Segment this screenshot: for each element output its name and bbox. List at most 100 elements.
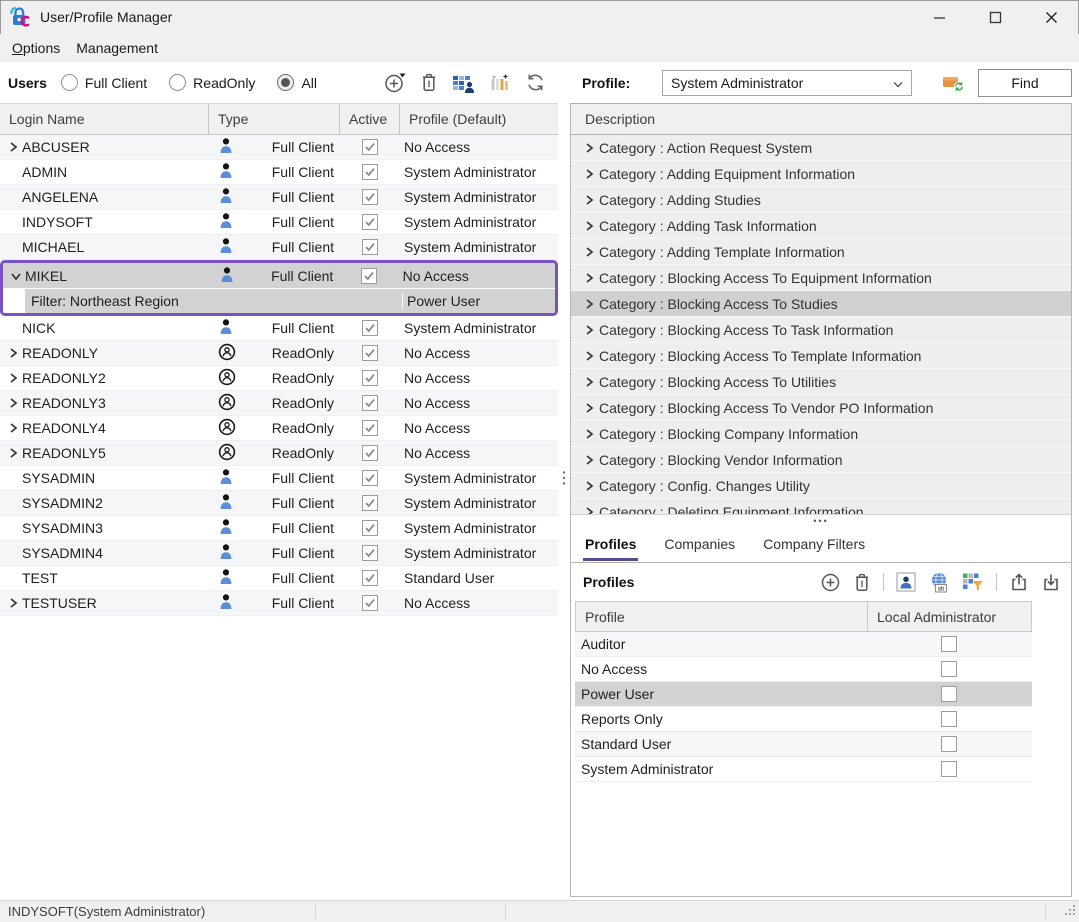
local-admin-checkbox[interactable] [941, 761, 957, 777]
user-row[interactable]: MICHAELFull ClientSystem Administrator [0, 235, 558, 260]
globe-rename-icon[interactable]: ab [928, 572, 950, 593]
chevron-right-icon[interactable] [579, 428, 599, 440]
user-row[interactable]: TESTUSERFull ClientNo Access [0, 591, 558, 616]
import-icon[interactable] [1041, 572, 1061, 592]
active-checkbox[interactable] [362, 545, 378, 561]
profile-row[interactable]: Auditor [575, 632, 1032, 657]
category-row[interactable]: Category : Blocking Company Information [571, 421, 1071, 447]
column-header-active[interactable]: Active [340, 104, 400, 134]
user-row[interactable]: READONLYReadOnlyNo Access [0, 341, 558, 366]
chevron-right-icon[interactable] [4, 397, 22, 409]
active-checkbox[interactable] [362, 470, 378, 486]
profile-row[interactable]: Standard User [575, 732, 1032, 757]
assign-user-icon[interactable] [896, 572, 916, 592]
local-admin-checkbox[interactable] [941, 736, 957, 752]
user-row[interactable]: INDYSOFTFull ClientSystem Administrator [0, 210, 558, 235]
user-row[interactable]: ABCUSERFull ClientNo Access [0, 135, 558, 160]
active-checkbox[interactable] [362, 370, 378, 386]
active-checkbox[interactable] [362, 595, 378, 611]
chevron-right-icon[interactable] [579, 350, 599, 362]
horizontal-splitter[interactable]: ••• [571, 514, 1071, 526]
tab-company-filters[interactable]: Company Filters [763, 526, 865, 562]
user-row[interactable]: MIKELFull ClientNo Access [3, 263, 555, 288]
user-row[interactable]: ANGELENAFull ClientSystem Administrator [0, 185, 558, 210]
chevron-right-icon[interactable] [579, 376, 599, 388]
local-admin-checkbox[interactable] [941, 686, 957, 702]
profile-dropdown[interactable]: System Administrator [662, 70, 912, 96]
delete-user-icon[interactable] [420, 72, 438, 93]
local-admin-checkbox[interactable] [941, 661, 957, 677]
maximize-button[interactable] [967, 0, 1023, 34]
tab-companies[interactable]: Companies [664, 526, 735, 562]
user-row[interactable]: SYSADMIN4Full ClientSystem Administrator [0, 541, 558, 566]
user-filter-subrow[interactable]: Filter: Northeast RegionPower User [3, 288, 555, 313]
category-row[interactable]: Category : Adding Template Information [571, 239, 1071, 265]
chevron-right-icon[interactable] [579, 246, 599, 258]
user-row[interactable]: NICKFull ClientSystem Administrator [0, 316, 558, 341]
find-button[interactable]: Find [978, 69, 1072, 97]
menu-item-management[interactable]: Management [68, 38, 166, 58]
column-chooser-icon[interactable] [489, 72, 512, 93]
selected-user-group[interactable]: MIKELFull ClientNo AccessFilter: Northea… [0, 260, 558, 316]
chevron-right-icon[interactable] [4, 422, 22, 434]
chevron-right-icon[interactable] [579, 454, 599, 466]
chevron-right-icon[interactable] [579, 506, 599, 515]
chevron-right-icon[interactable] [579, 298, 599, 310]
active-checkbox[interactable] [362, 495, 378, 511]
user-row[interactable]: READONLY2ReadOnlyNo Access [0, 366, 558, 391]
chevron-right-icon[interactable] [579, 142, 599, 154]
tab-profiles[interactable]: Profiles [585, 526, 636, 562]
active-checkbox[interactable] [362, 420, 378, 436]
minimize-button[interactable] [911, 0, 967, 34]
column-header-profile-default[interactable]: Profile (Default) [400, 104, 558, 134]
chevron-right-icon[interactable] [579, 402, 599, 414]
category-row[interactable]: Category : Action Request System [571, 135, 1071, 161]
category-row[interactable]: Category : Blocking Access To Task Infor… [571, 317, 1071, 343]
active-checkbox[interactable] [361, 268, 377, 284]
user-row[interactable]: SYSADMIN2Full ClientSystem Administrator [0, 491, 558, 516]
chevron-right-icon[interactable] [579, 194, 599, 206]
chevron-down-icon[interactable] [7, 270, 25, 282]
category-row[interactable]: Category : Blocking Access To Vendor PO … [571, 395, 1071, 421]
chevron-right-icon[interactable] [4, 447, 22, 459]
active-checkbox[interactable] [362, 445, 378, 461]
refresh-icon[interactable] [525, 72, 546, 93]
add-user-icon[interactable] [384, 72, 407, 93]
category-row[interactable]: Category : Deleting Equipment Informatio… [571, 499, 1071, 514]
category-row[interactable]: Category : Adding Equipment Information [571, 161, 1071, 187]
active-checkbox[interactable] [362, 570, 378, 586]
user-row[interactable]: ADMINFull ClientSystem Administrator [0, 160, 558, 185]
chevron-right-icon[interactable] [579, 480, 599, 492]
user-row[interactable]: TESTFull ClientStandard User [0, 566, 558, 591]
active-checkbox[interactable] [362, 239, 378, 255]
filter-radio-readonly[interactable]: ReadOnly [169, 74, 255, 91]
chevron-right-icon[interactable] [4, 141, 22, 153]
filter-radio-full-client[interactable]: Full Client [61, 74, 147, 91]
user-row[interactable]: READONLY5ReadOnlyNo Access [0, 441, 558, 466]
local-admin-checkbox[interactable] [941, 636, 957, 652]
category-row[interactable]: Category : Blocking Access To Equipment … [571, 265, 1071, 291]
profile-row[interactable]: Reports Only [575, 707, 1032, 732]
resize-grip-icon[interactable] [1063, 903, 1077, 920]
chevron-right-icon[interactable] [579, 324, 599, 336]
user-row[interactable]: READONLY4ReadOnlyNo Access [0, 416, 558, 441]
active-checkbox[interactable] [362, 395, 378, 411]
local-admin-checkbox[interactable] [941, 711, 957, 727]
add-profile-icon[interactable] [820, 572, 841, 593]
active-checkbox[interactable] [362, 320, 378, 336]
category-row[interactable]: Category : Blocking Access To Studies [571, 291, 1071, 317]
active-checkbox[interactable] [362, 214, 378, 230]
filter-radio-all[interactable]: All [277, 74, 317, 91]
category-row[interactable]: Category : Blocking Access To Template I… [571, 343, 1071, 369]
column-header-local-administrator[interactable]: Local Administrator [868, 602, 1031, 631]
user-row[interactable]: SYSADMIN3Full ClientSystem Administrator [0, 516, 558, 541]
grid-filter-icon[interactable] [962, 572, 984, 592]
profile-sync-icon[interactable] [942, 73, 966, 93]
category-row[interactable]: Category : Blocking Vendor Information [571, 447, 1071, 473]
profile-row[interactable]: No Access [575, 657, 1032, 682]
chevron-right-icon[interactable] [579, 220, 599, 232]
profile-row[interactable]: Power User [575, 682, 1032, 707]
user-row[interactable]: SYSADMINFull ClientSystem Administrator [0, 466, 558, 491]
panel-splitter[interactable] [558, 62, 570, 900]
active-checkbox[interactable] [362, 139, 378, 155]
